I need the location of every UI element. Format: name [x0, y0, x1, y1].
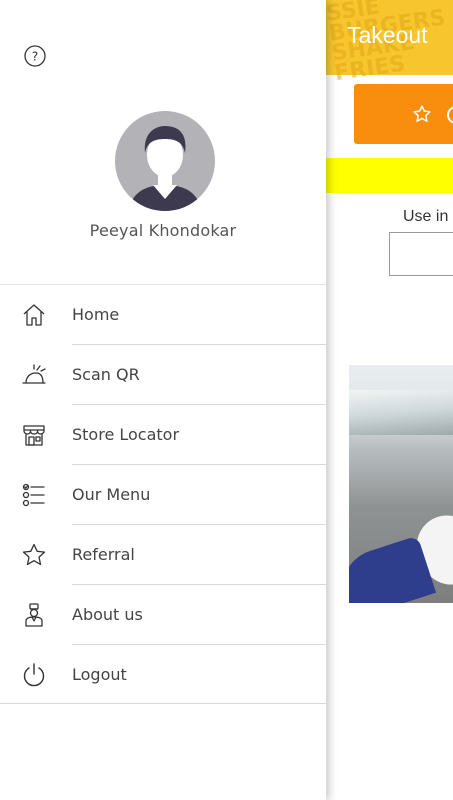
help-icon[interactable]: ?: [23, 44, 47, 68]
menu-label: About us: [72, 605, 143, 624]
code-input[interactable]: [389, 232, 453, 276]
menu-item-our-menu[interactable]: Our Menu: [0, 465, 326, 525]
drawer-menu: Home Scan QR Store Locator Our Menu Refe…: [0, 285, 326, 705]
menu-label: Logout: [72, 665, 127, 684]
menu-item-home[interactable]: Home: [0, 285, 326, 345]
menu-label: Home: [72, 305, 120, 324]
svg-text:?: ?: [32, 50, 38, 64]
photo-sea: [349, 390, 453, 435]
menu-label: Our Menu: [72, 485, 151, 504]
menu-item-scan-qr[interactable]: Scan QR: [0, 345, 326, 405]
star-icon: [22, 543, 46, 566]
navigation-drawer: ? Peeyal Khondokar Home Scan QR Store Lo…: [0, 0, 326, 800]
footer-divider: [0, 703, 326, 704]
star-outline-icon: [413, 105, 431, 122]
scan-qr-icon: [22, 364, 46, 384]
menu-item-store-locator[interactable]: Store Locator: [0, 405, 326, 465]
menu-label: Store Locator: [72, 425, 180, 444]
user-name: Peeyal Khondokar: [89, 221, 237, 240]
menu-item-logout[interactable]: Logout: [0, 645, 326, 705]
menu-label: Scan QR: [72, 365, 140, 384]
menu-item-about-us[interactable]: About us: [0, 585, 326, 645]
use-in-label: Use in: [403, 208, 449, 225]
store-icon: [23, 425, 45, 446]
avatar: [115, 111, 215, 211]
partial-icon: [447, 106, 453, 124]
menu-item-referral[interactable]: Referral: [0, 525, 326, 585]
header-title: Takeout: [347, 22, 428, 48]
home-icon: [23, 304, 45, 326]
favorite-button[interactable]: [354, 84, 453, 144]
promo-photo: [349, 365, 453, 603]
power-icon: [23, 663, 45, 687]
promo-bar: [326, 158, 453, 193]
menu-label: Referral: [72, 545, 135, 564]
menu-list-icon: [22, 483, 45, 507]
chef-icon: [25, 603, 43, 627]
